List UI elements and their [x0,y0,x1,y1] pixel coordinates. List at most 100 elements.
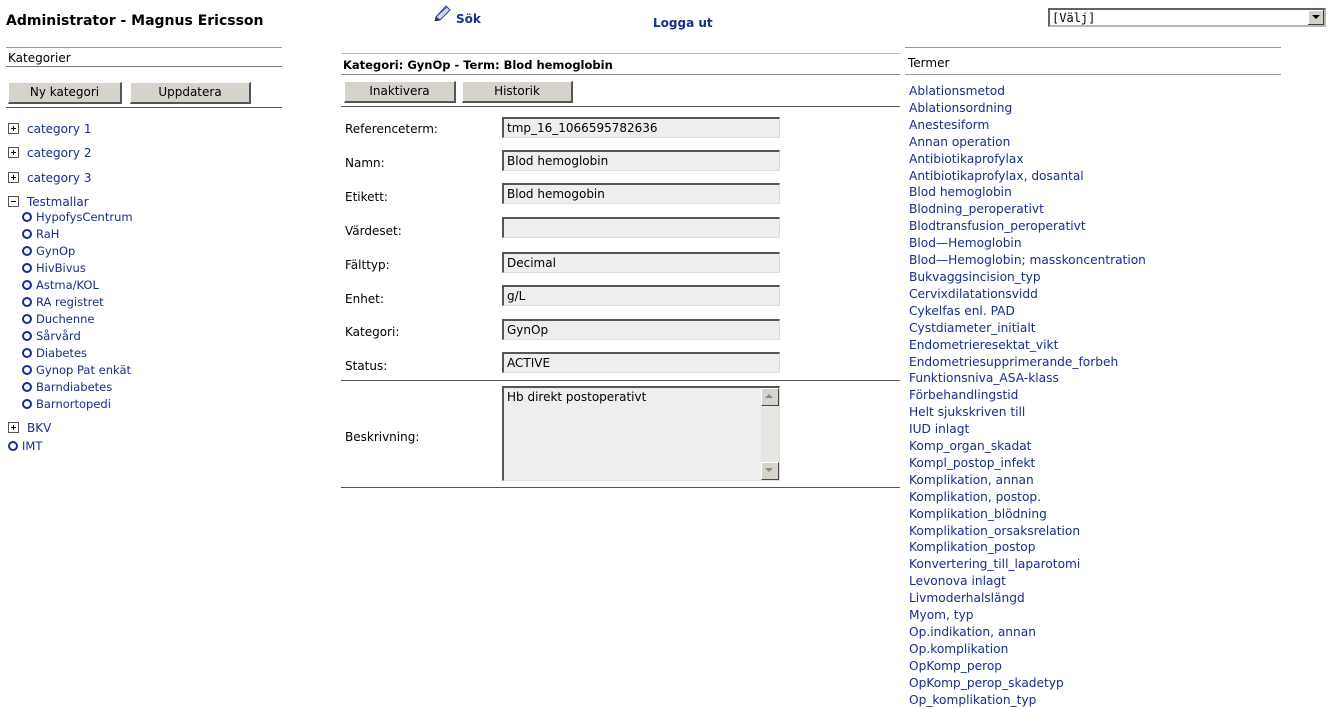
update-button[interactable]: Uppdatera [130,82,251,104]
tree-item-bkv[interactable]: BKV [8,420,51,436]
circle-icon [22,313,32,324]
term-link[interactable]: Blod hemoglobin [909,184,1146,201]
circle-icon [22,347,32,358]
term-link[interactable]: Konvertering_till_laparotomi [909,556,1146,573]
inactivate-button[interactable]: Inaktivera [344,81,456,103]
term-link[interactable]: Op_komplikation_typ [909,692,1146,709]
category-select[interactable]: [Välj] [1048,8,1326,27]
term-link[interactable]: Myom, typ [909,607,1146,624]
term-link[interactable]: Ablationsmetod [909,83,1146,100]
status-field[interactable]: ACTIVE [502,352,780,373]
terms-header: Termer [905,47,1281,75]
tree-child-gynop-pat-enkat[interactable]: Gynop Pat enkät [22,362,131,378]
valueset-field[interactable] [502,217,780,238]
tree-child-diabetes[interactable]: Diabetes [22,345,87,361]
circle-icon [22,245,32,256]
term-link[interactable]: OpKomp_perop_skadetyp [909,675,1146,692]
term-link[interactable]: Antibiotikaprofylax [909,151,1146,168]
description-textarea[interactable]: Hb direkt postoperativt [502,386,780,481]
term-link[interactable]: OpKomp_perop [909,658,1146,675]
fieldtype-field[interactable]: Decimal [502,252,780,273]
term-link[interactable]: Komp_organ_skadat [909,438,1146,455]
category-field[interactable]: GynOp [502,319,780,340]
scroll-down-icon[interactable] [761,462,779,480]
tree-child-hypofyscentrum[interactable]: HypofysCentrum [22,209,133,225]
term-link[interactable]: Helt sjukskriven till [909,404,1146,421]
field-label-falttyp: Fälttyp: [345,258,390,272]
circle-icon [22,381,32,392]
term-link[interactable]: Blodtransfusion_peroperativt [909,218,1146,235]
circle-icon [22,398,32,409]
tree-child-gynop[interactable]: GynOp [22,243,75,259]
collapse-icon[interactable] [8,196,19,207]
tree-child-rah[interactable]: RaH [22,226,59,242]
tree-child-astma-kol[interactable]: Astma/KOL [22,277,99,293]
tree-child-duchenne[interactable]: Duchenne [22,311,94,327]
term-link[interactable]: Cervixdilatationsvidd [909,286,1146,303]
name-field[interactable]: Blod hemoglobin [502,150,780,171]
unit-field[interactable]: g/L [502,285,780,306]
search-link[interactable]: Sök [432,3,481,26]
term-link[interactable]: Blod—Hemoglobin [909,235,1146,252]
term-link[interactable]: Anestesiform [909,117,1146,134]
tree-child-sarvard[interactable]: Sårvård [22,328,81,344]
term-link[interactable]: Komplikation, postop. [909,489,1146,506]
term-link[interactable]: Op.komplikation [909,641,1146,658]
term-link[interactable]: Livmoderhalslängd [909,590,1146,607]
field-label-namn: Namn: [345,156,385,170]
term-link[interactable]: Komplikation_blödning [909,506,1146,523]
new-category-button[interactable]: Ny kategori [8,82,122,104]
field-label-kategori: Kategori: [345,325,400,339]
term-link[interactable]: Endometriesupprimerande_forbeh [909,354,1146,371]
term-link[interactable]: Cystdiameter_initialt [909,320,1146,337]
term-link[interactable]: Komplikation_postop [909,539,1146,556]
term-link[interactable]: Förbehandlingstid [909,387,1146,404]
term-link[interactable]: Komplikation, annan [909,472,1146,489]
tree-child-hivbivus[interactable]: HivBivus [22,260,86,276]
term-link[interactable]: Ablationsordning [909,100,1146,117]
term-link[interactable]: Funktionsniva_ASA-klass [909,370,1146,387]
expand-icon[interactable] [8,172,19,183]
term-link[interactable]: Antibiotikaprofylax, dosantal [909,168,1146,185]
term-link[interactable]: Annan operation [909,134,1146,151]
logout-link[interactable]: Logga ut [653,16,713,30]
tree-item-category-3[interactable]: category 3 [8,170,91,186]
referenceterm-field[interactable]: tmp_16_1066595782636 [502,117,780,138]
field-label-referenceterm: Referenceterm: [345,122,438,136]
tree-child-ra-registret[interactable]: RA registret [22,294,104,310]
term-link[interactable]: Op.indikation, annan [909,624,1146,641]
term-link[interactable]: Cykelfas enl. PAD [909,303,1146,320]
term-link[interactable]: IUD inlagt [909,421,1146,438]
field-label-vardeset: Värdeset: [345,224,402,238]
tree-item-imt[interactable]: IMT [8,438,42,454]
circle-icon [22,228,32,239]
history-button[interactable]: Historik [462,81,573,103]
term-link[interactable]: Komplikation_orsaksrelation [909,523,1146,540]
search-label[interactable]: Sök [456,12,481,26]
scroll-up-icon[interactable] [761,388,779,406]
expand-icon[interactable] [8,123,19,134]
tree-item-category-1[interactable]: category 1 [8,121,91,137]
term-link[interactable]: Bukvaggsincision_typ [909,269,1146,286]
scrollbar[interactable] [761,388,779,480]
expand-icon[interactable] [8,422,19,433]
circle-icon [22,279,32,290]
select-value: [Välj] [1052,11,1096,25]
divider [341,106,900,107]
term-link[interactable]: Endometrieresektat_vikt [909,337,1146,354]
tree-item-category-2[interactable]: category 2 [8,145,91,161]
term-link[interactable]: Blodning_peroperativt [909,201,1146,218]
circle-icon [22,296,32,307]
tree-child-barnortopedi[interactable]: Barnortopedi [22,396,111,412]
tree-child-barndiabetes[interactable]: Barndiabetes [22,379,112,395]
label-field[interactable]: Blod hemogobin [502,183,780,204]
term-link[interactable]: Kompl_postop_infekt [909,455,1146,472]
expand-icon[interactable] [8,147,19,158]
term-link[interactable]: Blod—Hemoglobin; masskoncentration [909,252,1146,269]
circle-icon [22,262,32,273]
term-link[interactable]: Levonova inlagt [909,573,1146,590]
field-label-status: Status: [345,359,388,373]
chevron-down-icon[interactable] [1307,10,1324,25]
terms-list: Ablationsmetod Ablationsordning Anestesifo… [909,83,1146,709]
tree-item-testmallar[interactable]: Testmallar [8,194,89,210]
